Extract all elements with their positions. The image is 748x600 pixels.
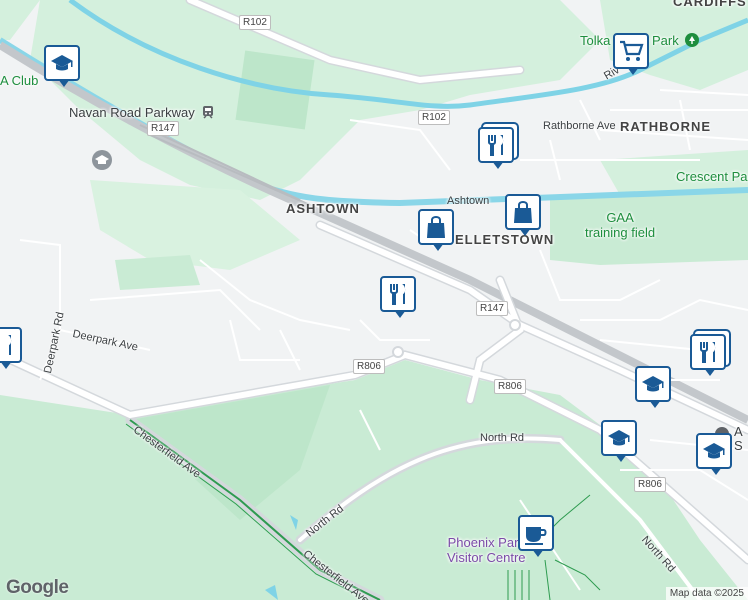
area-label-ashtown: ASHTOWN	[286, 201, 360, 216]
shopping-bag-icon	[427, 216, 445, 238]
fork-knife-icon	[8, 335, 12, 355]
coffee-cup-icon	[525, 527, 547, 545]
place-label-gaa-training-field[interactable]: GAA training field	[585, 210, 655, 240]
graduation-cap-icon	[608, 430, 630, 446]
street-label-ashtown-rd: Ashtown	[447, 195, 490, 207]
google-logo: Google	[6, 577, 69, 598]
route-shield-r806: R806	[353, 359, 385, 374]
shopping-pin[interactable]	[418, 209, 454, 251]
street-label-north-rd-1: North Rd	[480, 432, 525, 444]
area-label-kelletstown: ELLETSTOWN	[455, 232, 555, 247]
route-shield-r102: R102	[239, 15, 271, 30]
place-label-phoenix-park-visitor-centre[interactable]: Phoenix Park Visitor Centre	[447, 535, 526, 565]
school-pin[interactable]	[696, 433, 732, 475]
fork-knife-icon	[488, 135, 504, 156]
graduation-cap-icon	[703, 443, 725, 459]
shopping-cart-icon	[620, 40, 644, 61]
map-base-layer	[0, 0, 748, 600]
route-shield-r147: R147	[476, 301, 508, 316]
route-shield-r806: R806	[634, 477, 666, 492]
place-label-navan-road-parkway[interactable]: Navan Road Parkway	[69, 105, 215, 120]
school-pin[interactable]	[44, 45, 80, 87]
restaurant-pin-cluster[interactable]	[478, 127, 514, 169]
shopping-pin[interactable]	[505, 194, 541, 236]
route-shield-r102: R102	[418, 110, 450, 125]
cafe-pin[interactable]	[518, 515, 554, 557]
shopping-bag-icon	[514, 201, 532, 223]
restaurant-pin-edge[interactable]	[0, 327, 22, 369]
graduation-cap-icon	[92, 150, 112, 170]
area-label-cardiff: CARDIFFS	[673, 0, 747, 9]
place-label-a-s[interactable]: A S	[734, 425, 743, 453]
graduation-cap-icon	[642, 376, 664, 392]
area-label-rathborne: RATHBORNE	[620, 119, 712, 134]
navan-road-parkway-text: Navan Road Parkway	[69, 105, 195, 120]
fork-knife-icon	[390, 284, 406, 305]
school-pin[interactable]	[601, 420, 637, 462]
fork-knife-icon	[700, 342, 716, 363]
place-label-crescent-park[interactable]: Crescent Pa	[676, 169, 748, 184]
graduation-cap-icon	[51, 55, 73, 71]
train-icon	[203, 106, 214, 119]
street-label-rathborne-ave: Rathborne Ave	[543, 120, 616, 132]
restaurant-pin-cluster[interactable]	[690, 334, 726, 376]
grocery-pin[interactable]	[613, 33, 649, 75]
route-shield-r806: R806	[494, 379, 526, 394]
school-pin[interactable]	[635, 366, 671, 408]
restaurant-pin[interactable]	[380, 276, 416, 318]
route-shield-r147: R147	[147, 121, 179, 136]
tree-icon	[685, 33, 700, 47]
place-label-gaa-club[interactable]: A Club	[0, 73, 38, 88]
map-canvas[interactable]: ASHTOWN RATHBORNE ELLETSTOWN CARDIFFS Ra…	[0, 0, 748, 600]
map-attribution[interactable]: Map data ©2025	[665, 587, 748, 600]
